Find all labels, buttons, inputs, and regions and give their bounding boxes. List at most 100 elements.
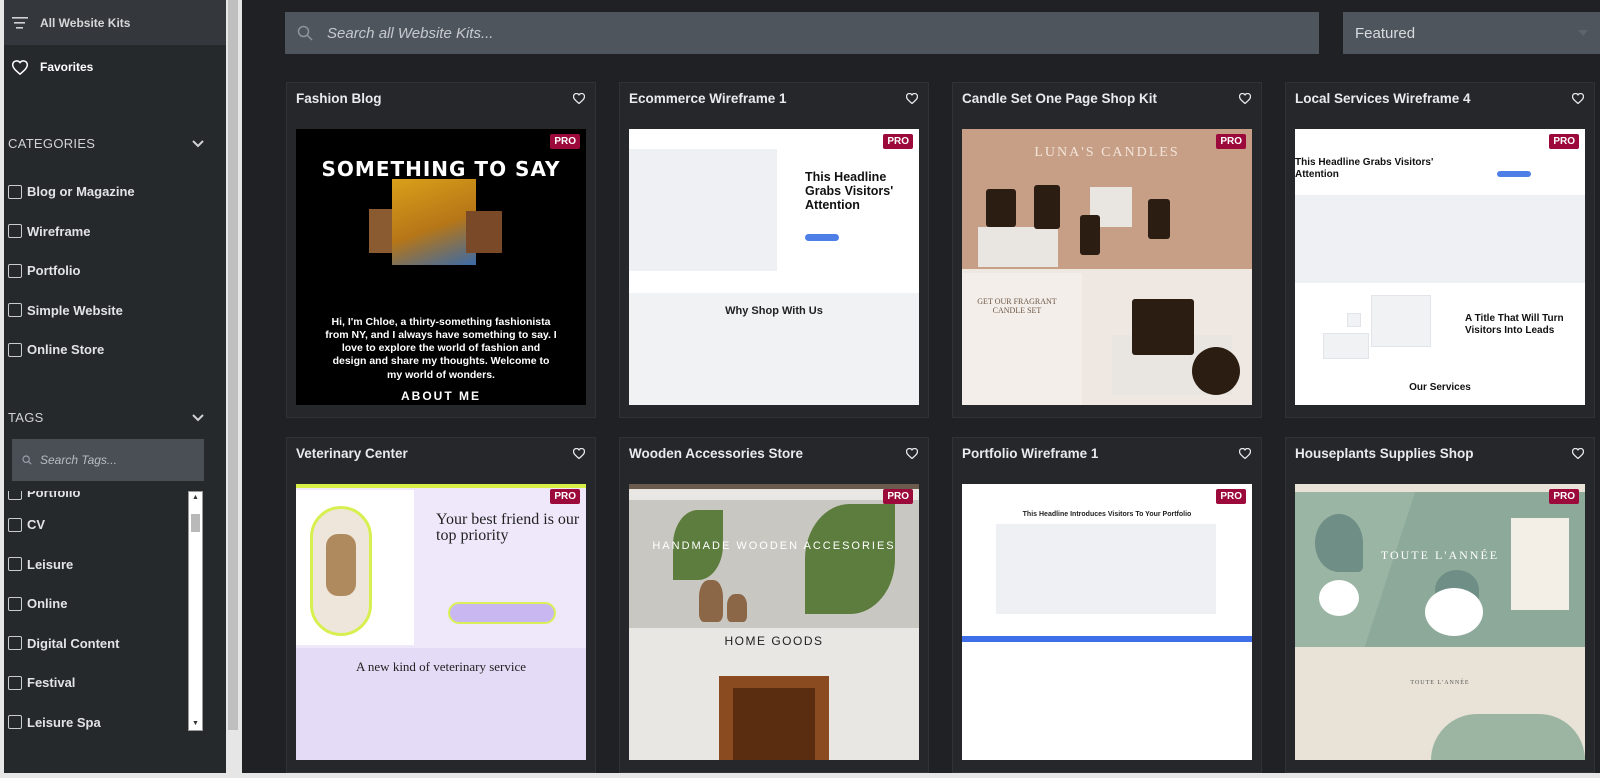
kit-card[interactable]: Veterinary Center PRO Your best friend i… — [286, 437, 596, 773]
tag-portfolio[interactable]: Portfolio — [8, 491, 186, 505]
kits-search[interactable] — [285, 12, 1319, 54]
kit-card[interactable]: Fashion Blog PRO SOMETHING TO SAY Hi, I'… — [286, 82, 596, 418]
checkbox[interactable] — [8, 517, 22, 532]
scroll-up-icon[interactable]: ▲ — [189, 492, 202, 504]
scrollbar-thumb[interactable] — [191, 514, 200, 532]
card-header: Candle Set One Page Shop Kit — [953, 83, 1261, 113]
heart-icon[interactable] — [573, 447, 585, 459]
tag-festival[interactable]: Festival — [8, 663, 186, 703]
thumb-headline: This Headline Introduces Visitors To You… — [1022, 511, 1192, 518]
tag-leisure-spa[interactable]: Leisure Spa — [8, 703, 186, 732]
checkbox[interactable] — [8, 224, 22, 239]
card-title: Ecommerce Wireframe 1 — [629, 90, 787, 106]
checkbox[interactable] — [8, 491, 22, 500]
tag-leisure[interactable]: Leisure — [8, 545, 186, 585]
sidebar-scrollbar[interactable] — [226, 0, 242, 778]
checkbox[interactable] — [8, 303, 22, 318]
thumb-section-title: Our Services — [1409, 382, 1471, 393]
tag-label: Portfolio — [27, 491, 81, 501]
thumb-pot — [1319, 580, 1359, 616]
checkbox[interactable] — [8, 636, 22, 651]
checkbox[interactable] — [8, 715, 22, 730]
kits-search-input[interactable] — [327, 24, 1227, 42]
thumb-jar — [1080, 215, 1100, 255]
card-header: Local Services Wireframe 4 — [1286, 83, 1594, 113]
kit-card[interactable]: Candle Set One Page Shop Kit PRO LUNA'S … — [952, 82, 1262, 418]
tags-header[interactable]: TAGS — [8, 410, 204, 425]
card-thumbnail[interactable]: PRO HANDMADE WOODEN ACCESORIES HOME GOOD… — [629, 484, 919, 760]
checkbox[interactable] — [8, 342, 22, 357]
checkbox[interactable] — [8, 675, 22, 690]
category-simple-website[interactable]: Simple Website — [8, 291, 208, 331]
card-title: Veterinary Center — [296, 445, 408, 461]
card-thumbnail[interactable]: PRO LUNA'S CANDLES GET OUR FRAGRANT CAND… — [962, 129, 1252, 405]
heart-icon — [12, 59, 28, 75]
tag-label: Festival — [27, 675, 76, 691]
tags-scrollbar[interactable]: ▲ ▼ — [188, 491, 203, 731]
heart-icon[interactable] — [1572, 92, 1584, 104]
category-portfolio[interactable]: Portfolio — [8, 251, 208, 291]
kit-card[interactable]: Houseplants Supplies Shop PRO TOUTE L'AN… — [1285, 437, 1595, 773]
category-label: Online Store — [27, 342, 105, 358]
pro-badge: PRO — [1216, 134, 1246, 149]
category-wireframe[interactable]: Wireframe — [8, 212, 208, 252]
category-online-store[interactable]: Online Store — [8, 330, 208, 370]
chevron-down-icon — [192, 413, 204, 421]
pro-badge: PRO — [1549, 134, 1579, 149]
sort-select[interactable]: Featured — [1343, 12, 1600, 54]
thumb-jar — [1192, 347, 1240, 395]
card-thumbnail[interactable]: PRO TOUTE L'ANNÉE TOUTE L'ANNÉE — [1295, 484, 1585, 760]
thumb-jar — [1148, 199, 1170, 239]
heart-icon[interactable] — [1239, 447, 1251, 459]
all-website-kits-item[interactable]: All Website Kits — [4, 0, 226, 45]
card-thumbnail[interactable]: PRO This Headline Grabs Visitors' Attent… — [629, 129, 919, 405]
thumb-stone — [978, 227, 1058, 267]
kit-card[interactable]: Portfolio Wireframe 1 PRO This Headline … — [952, 437, 1262, 773]
thumb-photo — [392, 179, 476, 265]
category-blog-or-magazine[interactable]: Blog or Magazine — [8, 172, 208, 212]
card-thumbnail[interactable]: PRO Your best friend is our top priority… — [296, 484, 586, 760]
thumb-headline: SOMETHING TO SAY — [321, 157, 561, 181]
card-title: Wooden Accessories Store — [629, 445, 804, 461]
thumb-button — [805, 234, 839, 241]
pro-badge: PRO — [1549, 489, 1579, 504]
thumb-jar — [1034, 185, 1060, 229]
checkbox[interactable] — [8, 596, 22, 611]
tags-search-input[interactable] — [40, 453, 190, 467]
card-thumbnail[interactable]: PRO This Headline Introduces Visitors To… — [962, 484, 1252, 760]
tag-digital-content[interactable]: Digital Content — [8, 624, 186, 664]
card-header: Ecommerce Wireframe 1 — [620, 83, 928, 113]
card-thumbnail[interactable]: PRO SOMETHING TO SAY Hi, I'm Chloe, a th… — [296, 129, 586, 405]
scrollbar-thumb[interactable] — [228, 0, 238, 730]
categories-header[interactable]: CATEGORIES — [8, 136, 204, 151]
thumb-photo — [466, 211, 502, 253]
category-label: Blog or Magazine — [27, 184, 135, 200]
tag-online[interactable]: Online — [8, 584, 186, 624]
thumb-image-placeholder — [1347, 313, 1361, 327]
tag-cv[interactable]: CV — [8, 505, 186, 545]
heart-icon[interactable] — [906, 92, 918, 104]
heart-icon[interactable] — [573, 92, 585, 104]
checkbox[interactable] — [8, 557, 22, 572]
favorites-item[interactable]: Favorites — [4, 54, 226, 80]
tag-label: Digital Content — [27, 635, 120, 651]
tags-search[interactable] — [12, 439, 204, 481]
thumb-promo-card — [1511, 518, 1569, 610]
card-title: Local Services Wireframe 4 — [1295, 90, 1471, 106]
checkbox[interactable] — [8, 184, 22, 199]
pro-badge: PRO — [883, 489, 913, 504]
kit-card[interactable]: Wooden Accessories Store PRO HANDMADE WO… — [619, 437, 929, 773]
card-header: Portfolio Wireframe 1 — [953, 438, 1261, 468]
favorites-label: Favorites — [40, 60, 94, 74]
kit-card[interactable]: Ecommerce Wireframe 1 PRO This Headline … — [619, 82, 929, 418]
card-thumbnail[interactable]: PRO This Headline Grabs Visitors' Attent… — [1295, 129, 1585, 405]
heart-icon[interactable] — [1239, 92, 1251, 104]
heart-icon[interactable] — [1572, 447, 1584, 459]
checkbox[interactable] — [8, 263, 22, 278]
tags-list: Portfolio CV Leisure Online Digital Cont… — [8, 491, 186, 731]
heart-icon[interactable] — [906, 447, 918, 459]
card-header: Wooden Accessories Store — [620, 438, 928, 468]
scroll-down-icon[interactable]: ▼ — [189, 718, 202, 730]
kit-card[interactable]: Local Services Wireframe 4 PRO This Head… — [1285, 82, 1595, 418]
categories-list: Blog or Magazine Wireframe Portfolio Sim… — [8, 172, 208, 370]
